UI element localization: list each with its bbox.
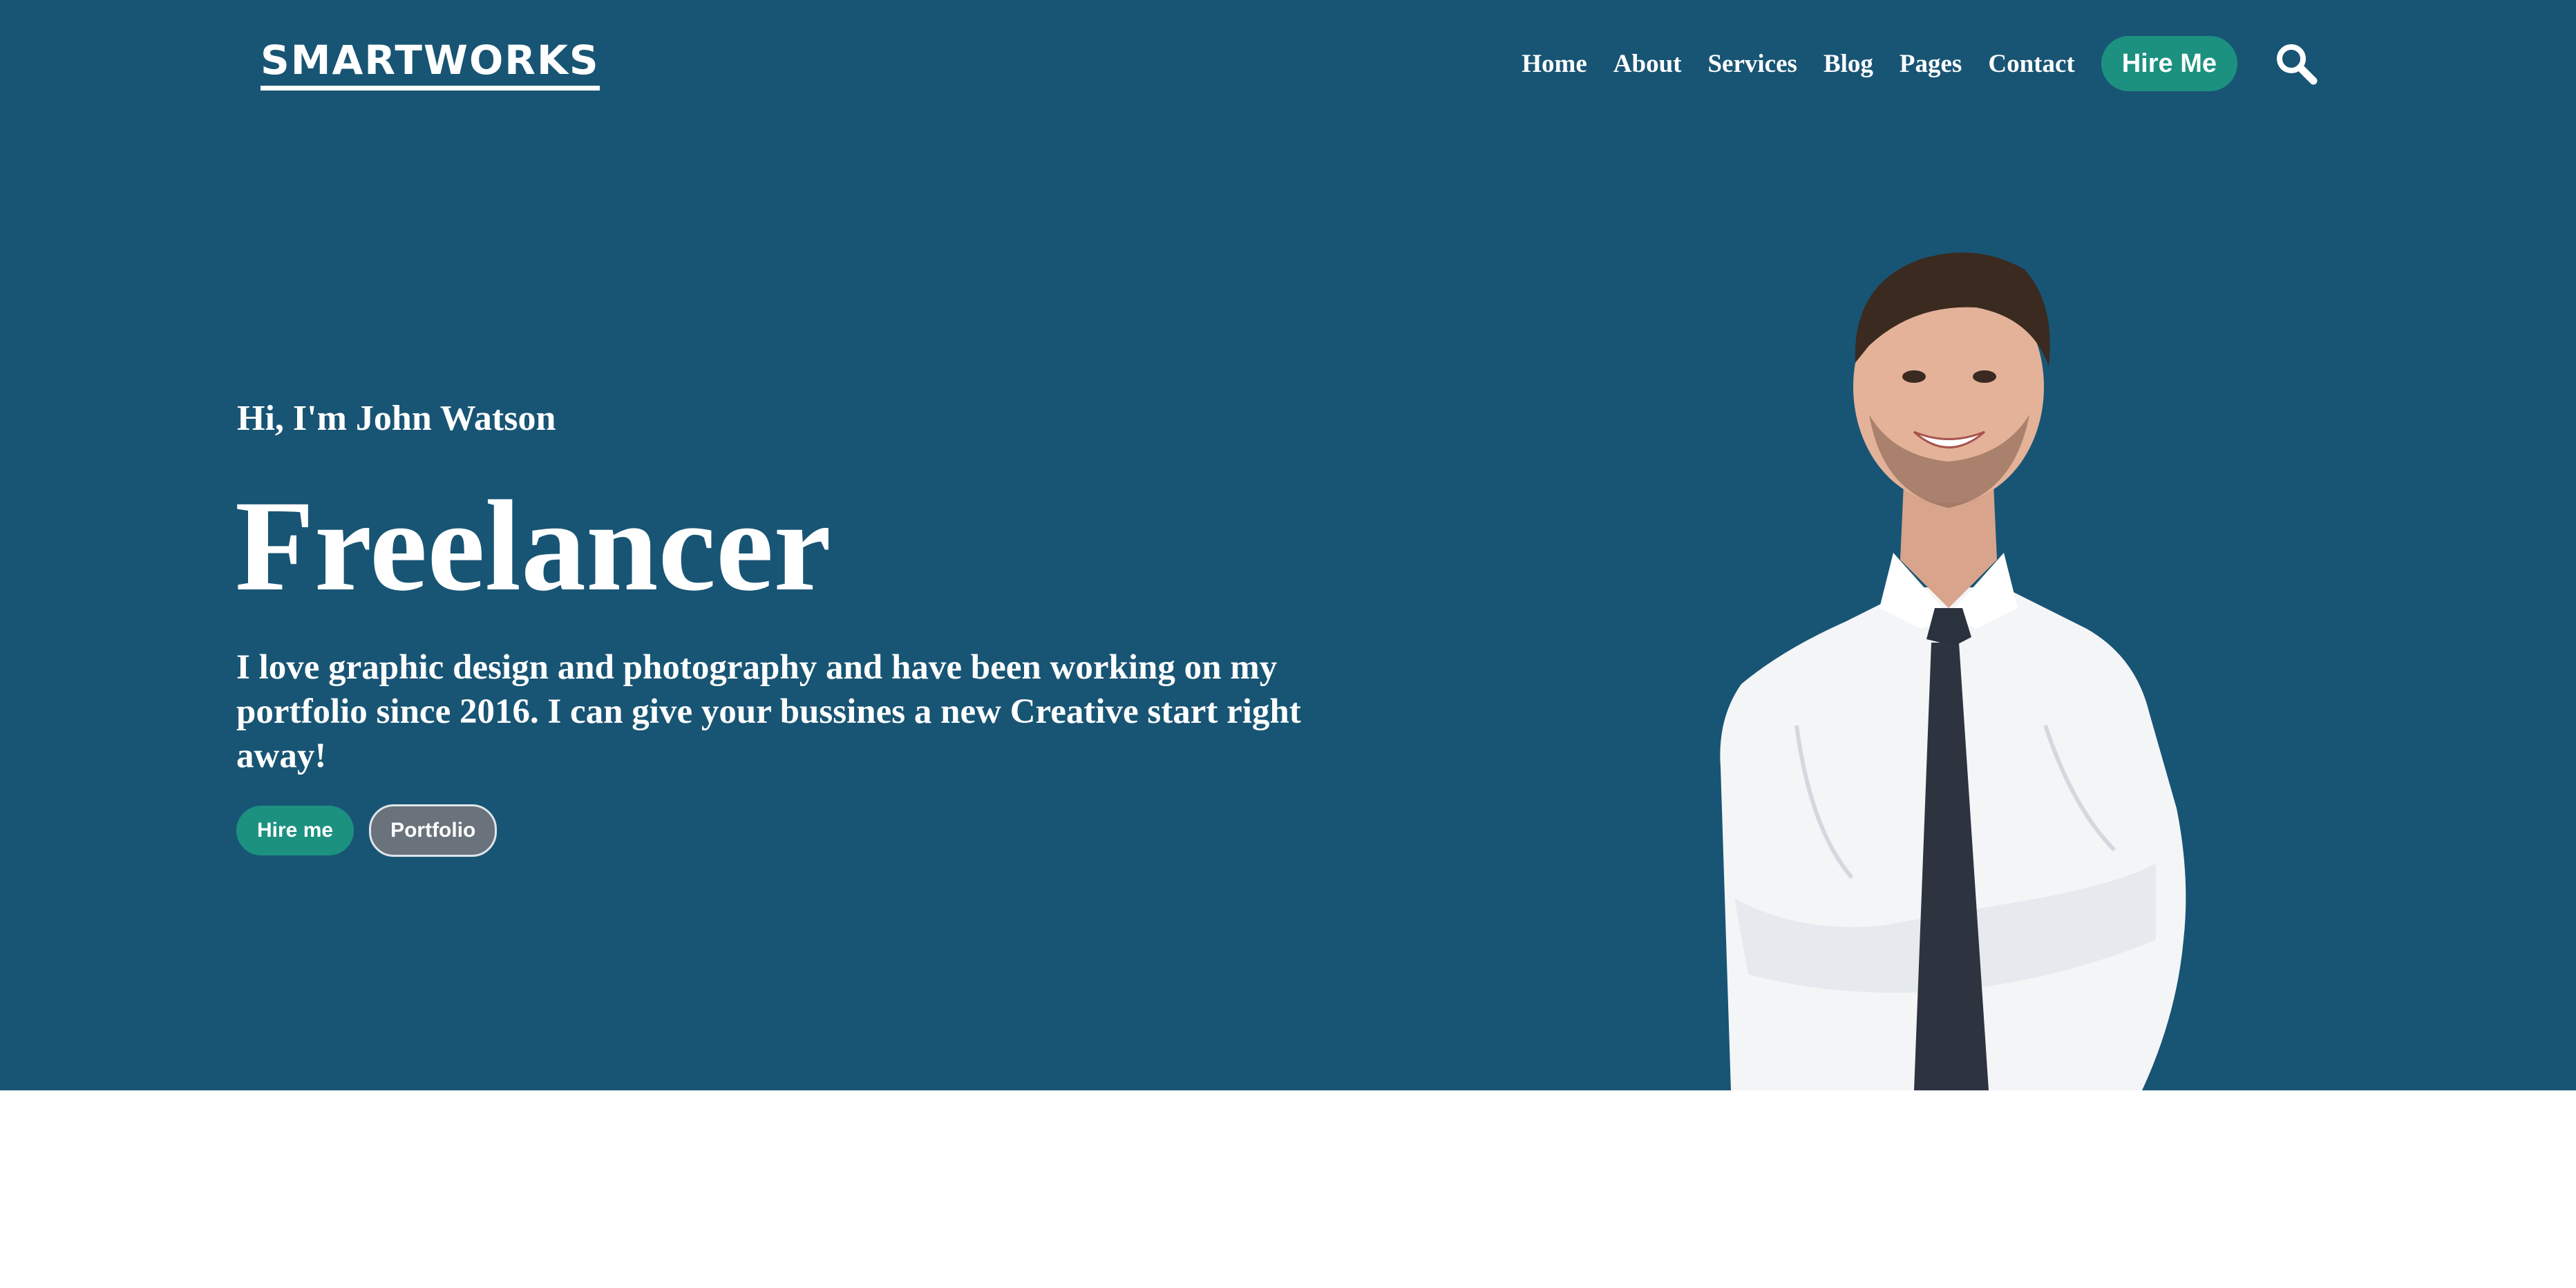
nav-pages[interactable]: Pages [1900,49,1962,79]
nav-blog[interactable]: Blog [1824,49,1873,79]
hero-headline: Freelancer [235,473,831,618]
portfolio-button[interactable]: Portfolio [369,804,498,857]
search-icon [2277,44,2318,85]
profile-portrait-image [1720,252,2186,1090]
nav-home[interactable]: Home [1522,49,1587,79]
hero-description: I love graphic design and photography an… [236,648,1301,775]
nav-contact[interactable]: Contact [1988,49,2074,79]
hero-greeting: Hi, I'm John Watson [237,399,556,438]
hero-section: SMARTWORKS Home About Services Blog Page… [0,0,2576,1090]
logo[interactable]: SMARTWORKS [261,39,600,91]
main-nav: Home About Services Blog Pages Contact H… [1495,36,2320,91]
nav-about[interactable]: About [1613,49,1682,79]
nav-hire-button[interactable]: Hire Me [2101,36,2237,91]
search-button[interactable] [2272,39,2320,88]
hero-buttons: Hire me Portfolio [236,804,498,857]
hire-me-button[interactable]: Hire me [236,806,354,855]
nav-services[interactable]: Services [1707,49,1797,79]
